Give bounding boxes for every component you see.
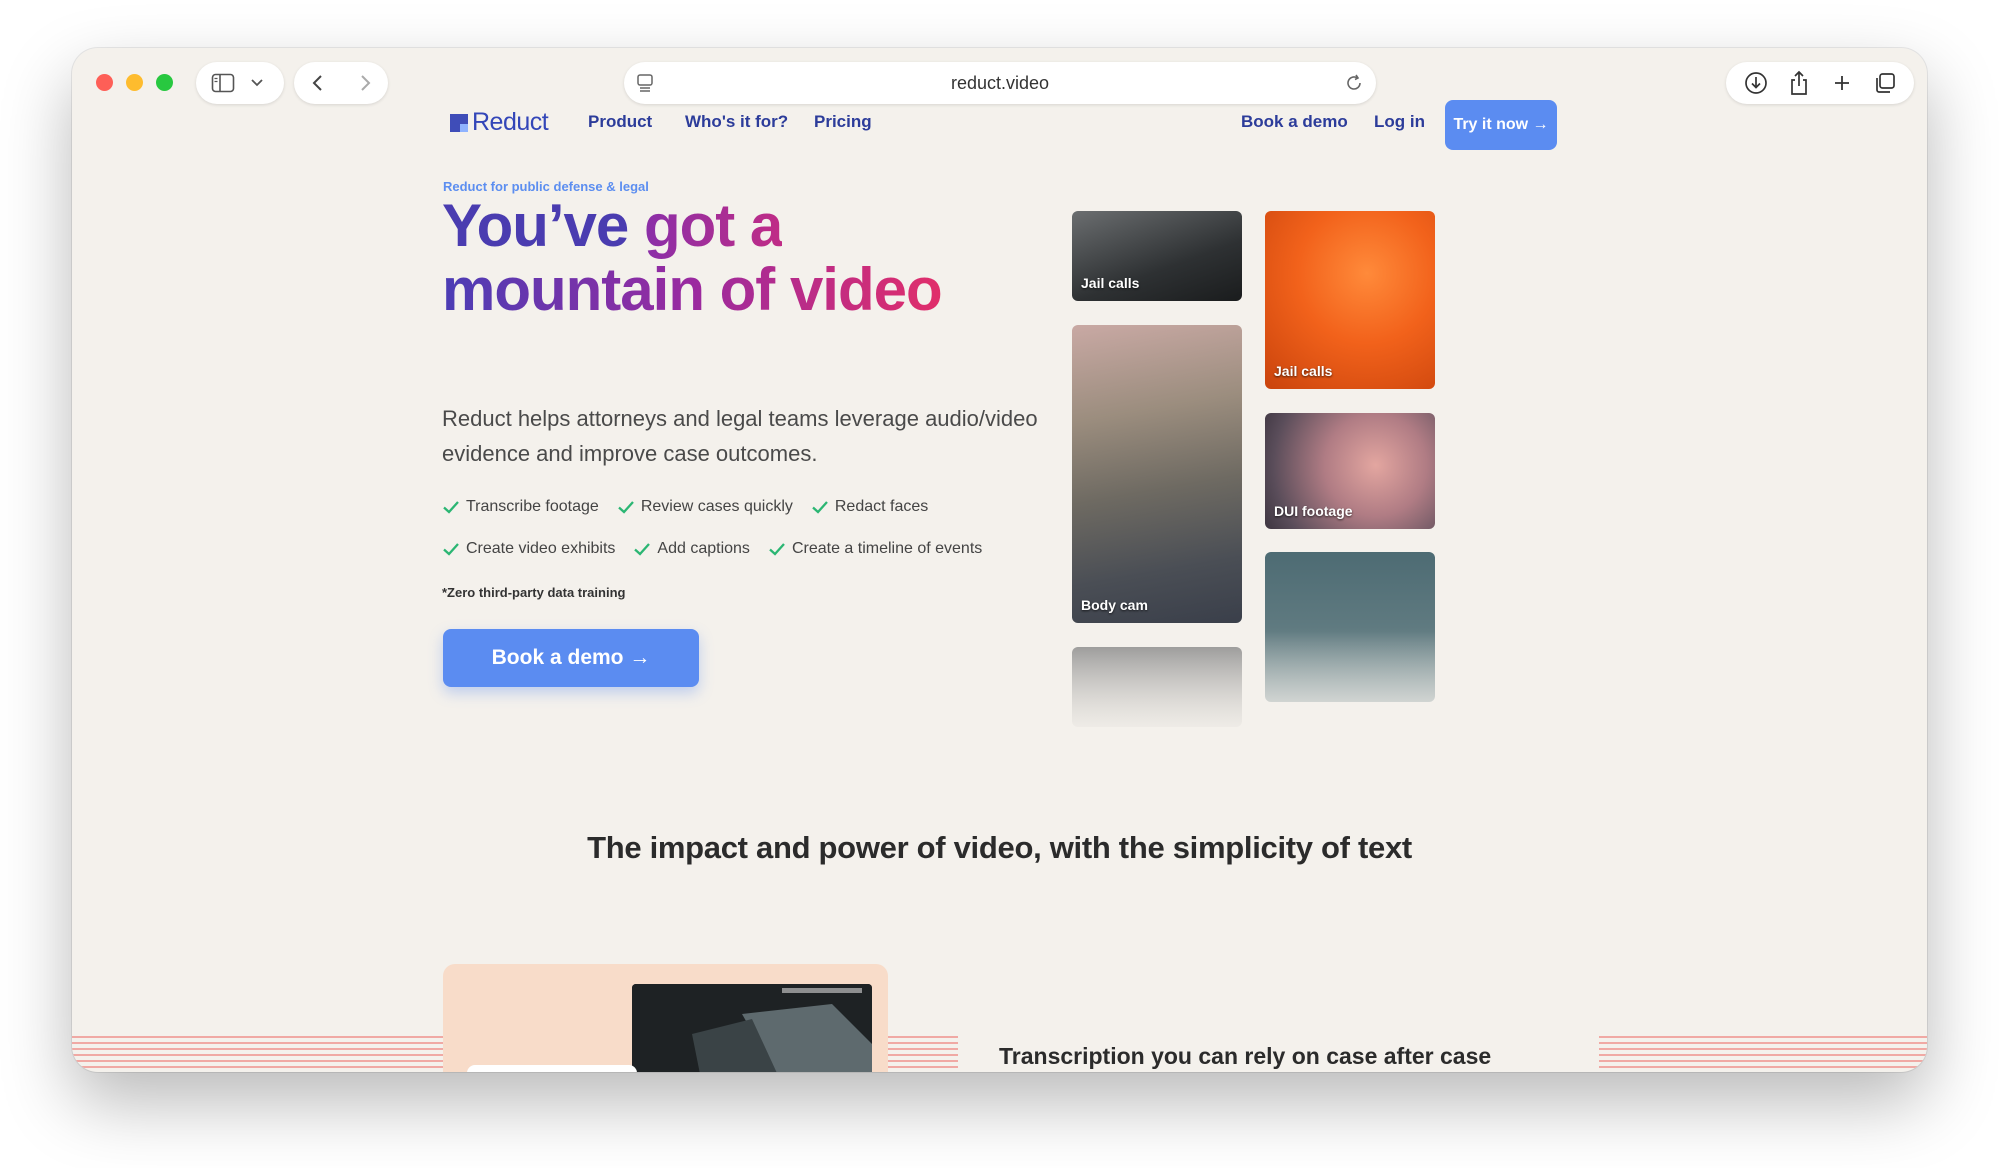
video-tile[interactable]: Jail calls <box>1265 211 1435 389</box>
check-icon <box>634 543 651 556</box>
tile-label: DUI footage <box>1274 503 1353 519</box>
feature-item: Add captions <box>633 540 750 558</box>
browser-window: reduct.video Reduct Product Who's it for… <box>72 48 1927 1072</box>
feature-item: Create a timeline of events <box>768 540 982 558</box>
check-icon <box>769 543 785 556</box>
url-text: reduct.video <box>950 72 1050 93</box>
back-arrow-icon[interactable] <box>303 68 333 98</box>
sidebar-icon[interactable] <box>208 68 238 98</box>
video-tile[interactable]: Jail calls <box>1072 211 1242 301</box>
nav-login[interactable]: Log in <box>1374 112 1425 132</box>
brand-name: Reduct <box>472 108 549 136</box>
nav-book-demo[interactable]: Book a demo <box>1241 112 1348 132</box>
new-tab-icon[interactable] <box>1827 68 1857 98</box>
logo-mark-icon <box>450 113 468 132</box>
tile-fade-overlay <box>1072 631 1558 741</box>
browser-actions <box>1726 62 1914 104</box>
video-frame-illustration <box>632 984 872 1072</box>
tile-label: Jail calls <box>1274 363 1333 379</box>
feature-label: Transcribe footage <box>466 498 599 515</box>
transcript-line-placeholder <box>467 1065 637 1072</box>
tab-overview-icon[interactable] <box>1870 68 1900 98</box>
minimize-window-button[interactable] <box>126 74 143 91</box>
browser-toolbar: reduct.video <box>72 48 1927 128</box>
try-it-now-button[interactable]: Try it now → <box>1445 100 1557 150</box>
tile-label: Body cam <box>1081 597 1148 613</box>
download-icon[interactable] <box>1741 68 1771 98</box>
feature-item: Transcribe footage <box>442 498 599 516</box>
book-demo-button[interactable]: Book a demo → <box>443 629 699 687</box>
address-bar[interactable]: reduct.video <box>624 62 1376 104</box>
data-training-note: *Zero third-party data training <box>442 585 626 600</box>
feature-list: Transcribe footage Review cases quickly … <box>442 496 1062 580</box>
hero-headline: You’ve got a mountain of video <box>442 194 943 323</box>
decorative-stripes <box>72 1036 444 1072</box>
video-tile[interactable]: DUI footage <box>1265 413 1435 529</box>
feature-label: Create video exhibits <box>466 540 616 557</box>
feature-item: Create video exhibits <box>442 540 615 558</box>
forward-arrow-icon[interactable] <box>350 68 380 98</box>
window-controls <box>96 74 173 91</box>
feature-label: Redact faces <box>834 498 929 515</box>
headline-part-b: got a <box>643 192 783 259</box>
hero-subtitle: Reduct helps attorneys and legal teams l… <box>442 406 1038 466</box>
chevron-down-icon[interactable] <box>242 68 272 98</box>
headline-part-a: You’ve <box>442 192 644 259</box>
headline-line-1: You’ve got a <box>442 194 942 258</box>
history-navigation <box>294 62 388 104</box>
feature-row: Transcribe footage Review cases quickly … <box>442 496 1062 518</box>
feature-label: Review cases quickly <box>640 498 793 515</box>
check-icon <box>443 543 459 556</box>
share-icon[interactable] <box>1784 68 1814 98</box>
nav-product[interactable]: Product <box>588 112 652 132</box>
brand-logo[interactable]: Reduct <box>450 108 549 137</box>
check-icon <box>443 501 459 514</box>
page-settings-icon[interactable] <box>636 73 654 98</box>
feature-item: Review cases quickly <box>617 498 793 516</box>
tile-label: Jail calls <box>1081 275 1140 291</box>
nav-pricing[interactable]: Pricing <box>814 112 872 132</box>
close-window-button[interactable] <box>96 74 113 91</box>
sidebar-toggle-group <box>196 62 284 104</box>
zoom-window-button[interactable] <box>156 74 173 91</box>
feature-label: Create a timeline of events <box>791 540 983 557</box>
bodycam-video-preview[interactable] <box>632 984 872 1072</box>
check-icon <box>618 501 634 514</box>
check-icon <box>812 501 828 514</box>
feature-heading: Transcription you can rely on case after… <box>999 1043 1492 1069</box>
feature-label: Add captions <box>657 540 750 557</box>
decorative-stripes <box>888 1036 958 1072</box>
headline-line-2: mountain of video <box>442 256 943 323</box>
feature-row: Create video exhibits Add captions Creat… <box>442 538 1062 560</box>
section-title: The impact and power of video, with the … <box>587 830 1412 865</box>
nav-whos-it-for[interactable]: Who's it for? <box>685 112 788 132</box>
video-tile[interactable]: Body cam <box>1072 325 1242 623</box>
reload-icon[interactable] <box>1344 73 1364 98</box>
feature-item: Redact faces <box>811 498 928 516</box>
decorative-stripes <box>1599 1036 1927 1072</box>
video-tile-grid: Jail calls Jail calls Body cam DUI foota… <box>1072 211 1558 741</box>
